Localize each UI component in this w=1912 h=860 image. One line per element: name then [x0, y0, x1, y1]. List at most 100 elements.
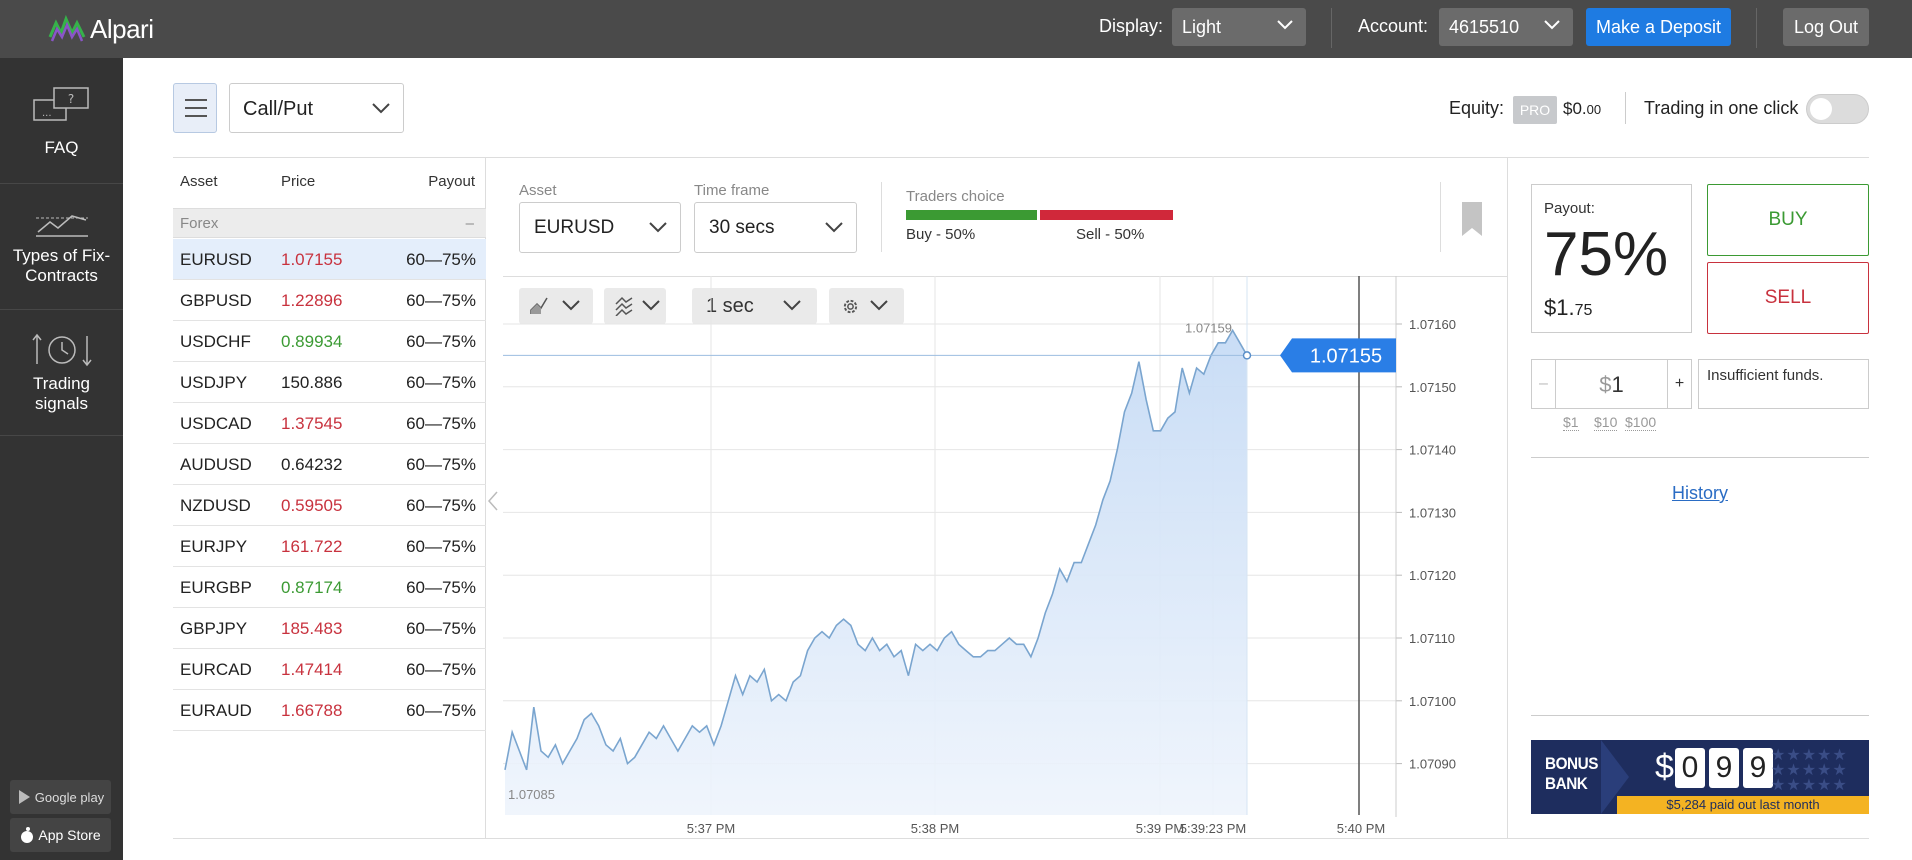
asset-group-forex[interactable]: Forex –	[173, 208, 486, 238]
signals-clock-icon	[31, 333, 92, 367]
asset-row-eurcad[interactable]: EURCAD 1.47414 60—75%	[173, 649, 486, 690]
y-tick-label: 1.07100	[1409, 694, 1456, 709]
asset-row-usdcad[interactable]: USDCAD 1.37545 60—75%	[173, 403, 486, 444]
y-tick-label: 1.07110	[1409, 631, 1455, 646]
asset-payout: 60—75%	[406, 250, 476, 269]
payout-amount-cents: 75	[1574, 302, 1593, 319]
bonus-bank-banner[interactable]: BONUS BANK $ 0 9 9 ★★★★★ ★★★★★ ★★★★★ $5,2…	[1531, 740, 1869, 814]
contracts-chart-icon	[35, 215, 88, 237]
price-chart[interactable]: 1.07160 1.07150 1.07140 1.07130 1.07120 1.071…	[503, 158, 1507, 838]
group-name: Forex	[180, 215, 219, 232]
svg-text:?: ?	[67, 92, 73, 106]
y-tick-label: 1.07160	[1409, 317, 1456, 332]
history-link[interactable]: History	[1531, 483, 1869, 504]
panel-divider	[1531, 715, 1869, 716]
app-store-button[interactable]: App Store	[10, 818, 111, 852]
asset-payout: 60—75%	[406, 496, 476, 515]
account-select[interactable]: 4615510	[1439, 8, 1573, 46]
asset-row-euraud[interactable]: EURAUD 1.66788 60—75%	[173, 690, 486, 731]
svg-text:...: ...	[42, 108, 52, 119]
asset-payout: 60—75%	[406, 578, 476, 597]
google-play-label: Google play	[34, 789, 105, 805]
quick-amount-1[interactable]: $1	[1563, 414, 1579, 431]
asset-row-usdjpy[interactable]: USDJPY 150.886 60—75%	[173, 362, 486, 403]
asset-row-nzdusd[interactable]: NZDUSD 0.59505 60—75%	[173, 485, 486, 526]
traders-choice-sell-bar	[1040, 210, 1173, 220]
toggle-knob	[1810, 98, 1832, 120]
asset-symbol: USDJPY	[180, 373, 248, 392]
payout-column-header[interactable]: Payout	[428, 173, 475, 190]
tick-interval-value: 1 sec	[706, 295, 754, 317]
price-column-header[interactable]: Price	[281, 173, 315, 190]
chevron-down-icon	[1544, 20, 1560, 30]
quick-amount-100[interactable]: $100	[1625, 414, 1657, 431]
bonus-title-line: BONUS	[1545, 754, 1599, 773]
app-store-label: App Store	[38, 827, 101, 843]
chart-divider	[503, 276, 1507, 277]
pro-badge[interactable]: PRO	[1513, 96, 1557, 124]
google-play-button[interactable]: Google play	[10, 780, 111, 814]
asset-row-audusd[interactable]: AUDUSD 0.64232 60—75%	[173, 444, 486, 485]
increase-amount-button[interactable]: +	[1667, 360, 1691, 408]
account-label: Account:	[1358, 16, 1429, 36]
asset-symbol: GBPUSD	[180, 291, 252, 310]
header-divider	[1440, 182, 1441, 252]
chevron-down-icon	[642, 300, 660, 311]
asset-symbol: EURGBP	[180, 578, 252, 597]
tick-interval-select[interactable]: 1 sec	[692, 288, 817, 324]
asset-row-eurgbp[interactable]: EURGBP 0.87174 60—75%	[173, 567, 486, 608]
sidebar-item-label: Trading signals	[32, 374, 90, 413]
trade-panel: Payout: 75% $1.75 BUY SELL – $1 + $1 $10…	[1507, 158, 1869, 838]
asset-select[interactable]: EURUSD	[519, 202, 681, 253]
asset-payout: 60—75%	[406, 660, 476, 679]
logout-button[interactable]: Log Out	[1783, 8, 1869, 46]
buy-button[interactable]: BUY	[1707, 184, 1869, 256]
chevron-down-icon	[825, 222, 843, 233]
asset-row-eurjpy[interactable]: EURJPY 161.722 60—75%	[173, 526, 486, 567]
timeframe-select[interactable]: 30 secs	[694, 202, 857, 253]
sidebar-item-faq[interactable]: ? ... FAQ	[0, 58, 123, 184]
make-deposit-button[interactable]: Make a Deposit	[1586, 8, 1731, 46]
menu-button[interactable]	[173, 83, 217, 133]
contract-type-select[interactable]: Call/Put	[229, 83, 404, 133]
payout-amount: $1.75	[1544, 295, 1592, 321]
display-select[interactable]: Light	[1172, 8, 1306, 46]
collapse-panel-icon[interactable]	[487, 490, 499, 512]
asset-price: 150.886	[281, 373, 343, 392]
asset-row-usdchf[interactable]: USDCHF 0.89934 60—75%	[173, 321, 486, 362]
asset-payout: 60—75%	[406, 455, 476, 474]
asset-price: 0.59505	[281, 496, 343, 515]
asset-row-gbpusd[interactable]: GBPUSD 1.22896 60—75%	[173, 280, 486, 321]
asset-price: 185.483	[281, 619, 343, 638]
bookmark-icon[interactable]	[1462, 202, 1482, 238]
sidebar-item-trading-signals[interactable]: Trading signals	[0, 310, 123, 436]
asset-column-header[interactable]: Asset	[180, 173, 218, 190]
one-click-toggle[interactable]	[1806, 94, 1869, 124]
traders-choice-sell-text: Sell - 50%	[1076, 226, 1145, 243]
display-value: Light	[1182, 17, 1222, 37]
amount-value: 1	[1611, 372, 1624, 397]
chevron-down-icon	[1277, 20, 1293, 30]
asset-price: 1.66788	[281, 701, 343, 720]
indicators-button[interactable]	[604, 288, 666, 324]
quick-amount-10[interactable]: $10	[1594, 414, 1618, 431]
chart-type-button[interactable]	[519, 288, 593, 324]
asset-symbol: USDCHF	[180, 332, 251, 351]
logo[interactable]: Alpari	[48, 10, 154, 48]
asset-row-eurusd[interactable]: EURUSD 1.07155 60—75%	[173, 239, 486, 280]
asset-price: 0.64232	[281, 455, 343, 474]
logo-text: Alpari	[90, 13, 154, 44]
google-play-icon	[18, 790, 30, 804]
amount-input[interactable]: $1	[1556, 372, 1667, 398]
sell-button[interactable]: SELL	[1707, 262, 1869, 334]
asset-row-gbpjpy[interactable]: GBPJPY 185.483 60—75%	[173, 608, 486, 649]
asset-price: 0.89934	[281, 332, 343, 351]
bonus-currency: $	[1655, 748, 1674, 786]
x-tick-label: 5:39 PM	[1136, 821, 1184, 836]
sidebar-item-types-of-fix-contracts[interactable]: Types of Fix-Contracts	[0, 184, 123, 310]
sidebar-item-label: Types of Fix-Contracts	[12, 246, 111, 285]
chevron-down-icon	[870, 300, 888, 311]
decrease-amount-button[interactable]: –	[1532, 360, 1556, 408]
chart-settings-button[interactable]	[829, 288, 904, 324]
bonus-digit: 9	[1709, 748, 1739, 788]
